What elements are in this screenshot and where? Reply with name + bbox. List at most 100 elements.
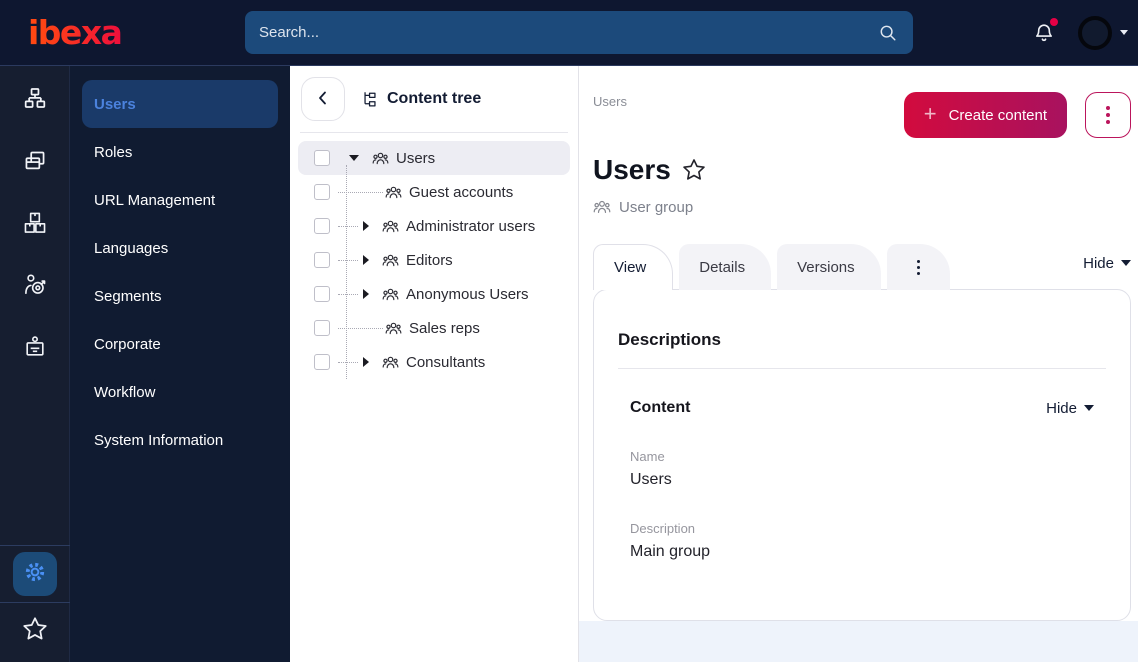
divider (300, 132, 568, 133)
tree-item-label: Users (396, 149, 436, 167)
main-nav-rail (0, 66, 70, 662)
sidebar-item-label: Languages (94, 239, 169, 257)
descriptions-heading: Descriptions (618, 330, 721, 349)
notification-badge (1050, 17, 1058, 26)
hide-label: Hide (1083, 254, 1114, 272)
tree-checkbox[interactable] (314, 286, 330, 302)
content-section-title: Content (630, 399, 691, 416)
sidebar-item-users[interactable]: Users (82, 80, 278, 128)
caret-down-icon (1121, 260, 1131, 271)
notifications-button[interactable] (1032, 17, 1058, 45)
tree-item-consultants[interactable]: Consultants (298, 345, 570, 379)
sidebar-item-label: System Information (94, 431, 224, 449)
tree-item-editors[interactable]: Editors (298, 243, 570, 277)
tab-label: View (614, 259, 647, 276)
sidebar-item-label: Roles (94, 143, 133, 161)
tree-item-label: Consultants (406, 353, 486, 371)
caret-expanded-icon[interactable] (348, 150, 360, 166)
user-group-icon (385, 320, 402, 337)
sidebar-item-segments[interactable]: Segments (82, 272, 278, 320)
nav-pages[interactable] (0, 132, 70, 194)
nav-settings-active[interactable] (12, 552, 57, 596)
sidebar-item-system-information[interactable]: System Information (82, 416, 278, 464)
tree-checkbox[interactable] (314, 354, 330, 370)
tree-checkbox[interactable] (314, 150, 330, 166)
search-icon[interactable] (877, 22, 899, 44)
cards-icon (22, 148, 48, 179)
gear-icon (22, 559, 48, 590)
tree-item-label: Sales reps (409, 319, 480, 337)
sitemap-icon (22, 86, 48, 117)
content-type-label: User group (619, 198, 694, 216)
tab-label: Versions (797, 258, 855, 276)
nav-personalization[interactable] (0, 256, 70, 318)
tree-connector-line (346, 165, 347, 379)
sidebar-item-label: Corporate (94, 335, 161, 353)
tree-checkbox[interactable] (314, 218, 330, 234)
user-menu-caret-icon[interactable] (1120, 30, 1128, 39)
nav-product-catalog[interactable] (0, 194, 70, 256)
global-search[interactable] (245, 11, 913, 54)
field-value: Users (630, 471, 672, 488)
tree-connector (338, 191, 383, 193)
tab-view[interactable]: View (593, 244, 674, 290)
target-person-icon (22, 272, 48, 303)
tree-checkbox[interactable] (314, 184, 330, 200)
nav-bookmarks[interactable] (21, 603, 49, 662)
nav-content-structure[interactable] (0, 70, 70, 132)
tab-versions[interactable]: Versions (777, 244, 881, 290)
footer-strip (579, 621, 1138, 662)
content-tree-list: Users Guest accounts Administrator users (290, 141, 578, 379)
caret-collapsed-icon[interactable] (360, 357, 372, 367)
hide-section-control[interactable]: Hide (1046, 400, 1094, 417)
tree-connector (338, 327, 383, 329)
view-tab-card: Descriptions Content Hide Name Users Des… (593, 289, 1131, 621)
user-group-icon (385, 184, 402, 201)
user-group-icon (382, 218, 399, 235)
sidebar-item-languages[interactable]: Languages (82, 224, 278, 272)
nav-admin-badge[interactable] (0, 318, 70, 380)
tree-item-sales-reps[interactable]: Sales reps (298, 311, 570, 345)
caret-collapsed-icon[interactable] (360, 221, 372, 231)
sidebar-item-label: Workflow (94, 383, 156, 401)
sidebar-item-roles[interactable]: Roles (82, 128, 278, 176)
tree-checkbox[interactable] (314, 320, 330, 336)
user-group-icon (382, 252, 399, 269)
page-options-kebab[interactable] (1085, 92, 1131, 138)
tab-more-kebab[interactable] (886, 244, 950, 290)
tree-item-label: Editors (406, 251, 453, 269)
create-content-label: Create content (948, 106, 1047, 124)
create-content-button[interactable]: + Create content (903, 92, 1067, 138)
tree-item-guest-accounts[interactable]: Guest accounts (298, 175, 570, 209)
tree-item-users[interactable]: Users (298, 141, 570, 175)
tab-details[interactable]: Details (679, 244, 772, 290)
tree-connector (338, 293, 358, 295)
sidebar-item-url-management[interactable]: URL Management (82, 176, 278, 224)
field-value: Main group (630, 543, 711, 560)
hide-tabs-control[interactable]: Hide (1083, 255, 1131, 272)
search-input[interactable] (259, 24, 877, 41)
collapse-tree-button[interactable] (301, 77, 345, 121)
bookmark-star-icon[interactable] (681, 157, 707, 183)
tree-item-label: Guest accounts (409, 183, 514, 201)
content-tabs: View Details Versions Hide (593, 244, 1131, 290)
admin-sidebar: Users Roles URL Management Languages Seg… (70, 66, 290, 662)
caret-down-icon (1084, 405, 1094, 416)
main-content: Users + Create content Users User group … (579, 66, 1138, 662)
user-group-icon (382, 286, 399, 303)
page-title: Users (593, 154, 671, 185)
caret-collapsed-icon[interactable] (360, 289, 372, 299)
sidebar-item-label: Users (94, 95, 136, 113)
caret-collapsed-icon[interactable] (360, 255, 372, 265)
tree-checkbox[interactable] (314, 252, 330, 268)
tree-connector (338, 361, 358, 363)
boxes-icon (22, 210, 48, 241)
tree-item-administrator-users[interactable]: Administrator users (298, 209, 570, 243)
breadcrumb[interactable]: Users (593, 94, 627, 109)
tree-options-kebab[interactable] (552, 93, 564, 105)
sidebar-item-label: URL Management (94, 191, 216, 209)
tree-item-anonymous-users[interactable]: Anonymous Users (298, 277, 570, 311)
sidebar-item-corporate[interactable]: Corporate (82, 320, 278, 368)
user-avatar[interactable] (1078, 15, 1112, 50)
sidebar-item-workflow[interactable]: Workflow (82, 368, 278, 416)
